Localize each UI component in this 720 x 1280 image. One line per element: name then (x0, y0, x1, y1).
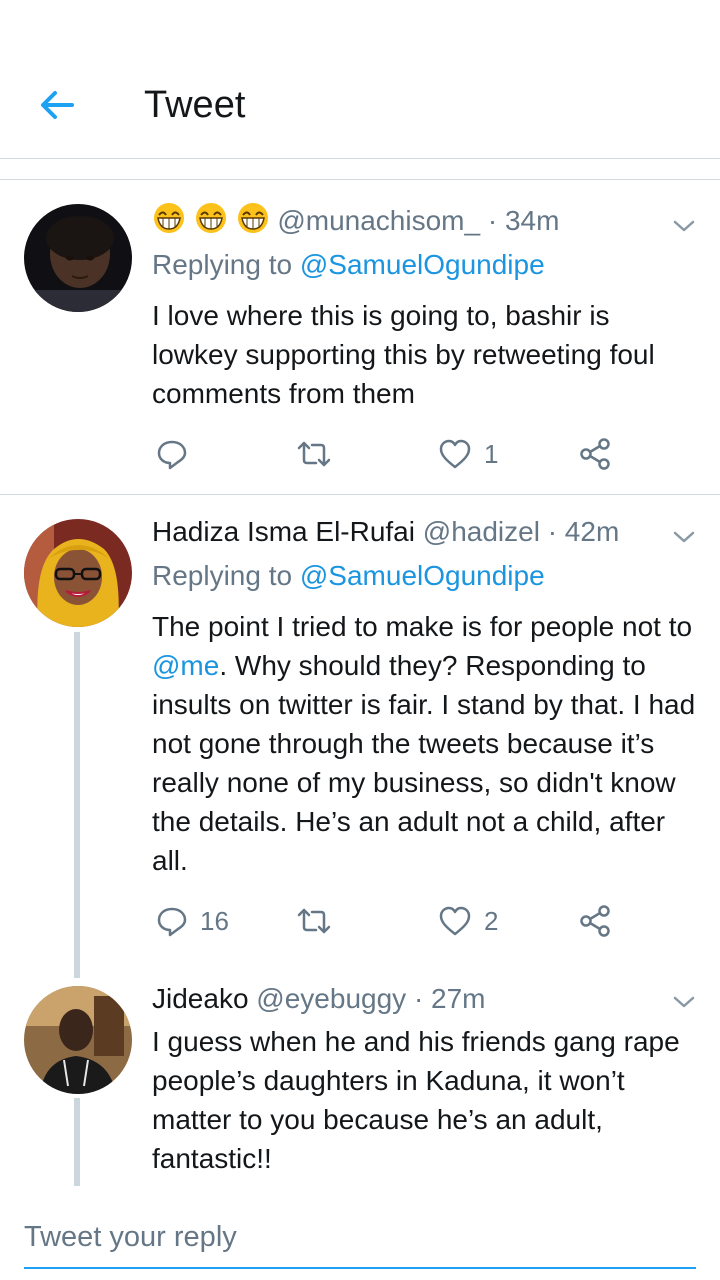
chevron-down-icon[interactable] (672, 994, 696, 1010)
retweet-icon (297, 908, 331, 934)
chevron-down-icon[interactable] (672, 218, 696, 234)
like-count: 1 (484, 438, 499, 469)
chevron-down-icon[interactable] (672, 529, 696, 545)
reply-icon (157, 440, 187, 470)
divider (0, 158, 720, 159)
tweet-text: The point I tried to make is for people … (152, 607, 702, 880)
display-name[interactable]: Hadiza Isma El-Rufai (152, 516, 415, 547)
back-button[interactable] (36, 84, 78, 126)
tweet-text: I love where this is going to, bashir is… (152, 300, 655, 409)
replying-to-handle[interactable]: @SamuelOgundipe (300, 249, 545, 280)
retweet-button[interactable] (296, 434, 344, 474)
user-handle[interactable]: @eyebuggy (256, 983, 406, 1014)
share-icon (580, 438, 610, 470)
timestamp: · 27m (413, 983, 486, 1014)
reply-count: 16 (200, 905, 229, 936)
page-title: Tweet (144, 84, 246, 126)
tweet-card[interactable]: @munachisom_ · 34m Replying to @SamuelOg… (0, 180, 720, 494)
grinning-emoji-icon (195, 203, 226, 233)
replying-to-handle[interactable]: @SamuelOgundipe (300, 560, 545, 591)
tweet-text: I guess when he and his friends gang rap… (152, 1026, 680, 1174)
tweet-text-part: The point I tried to make is for people … (152, 611, 693, 642)
heart-icon (439, 906, 471, 936)
retweet-button[interactable] (296, 901, 344, 941)
share-icon (580, 905, 610, 937)
avatar[interactable] (24, 519, 132, 627)
replying-to-label: Replying to (152, 249, 293, 280)
top-app-bar: Tweet (0, 0, 720, 158)
heart-icon (439, 439, 471, 469)
reply-button[interactable]: 16 (156, 901, 229, 941)
like-button[interactable]: 2 (438, 901, 498, 941)
share-button[interactable] (578, 901, 612, 941)
tweet-card[interactable]: Hadiza Isma El-Rufai @hadizel · 42m Repl… (0, 495, 720, 961)
reply-button[interactable] (156, 434, 200, 474)
retweet-icon (297, 441, 331, 467)
replying-to: Replying to @SamuelOgundipe (152, 559, 545, 593)
user-handle[interactable]: @hadizel (423, 516, 540, 547)
tweet-actions: 1 (152, 434, 632, 474)
avatar[interactable] (24, 986, 132, 1094)
reply-input[interactable] (24, 1212, 696, 1262)
input-underline (24, 1267, 696, 1269)
arrow-left-icon (41, 91, 74, 119)
replying-to: Replying to @SamuelOgundipe (152, 248, 545, 282)
mention-link[interactable]: @me (152, 650, 219, 681)
tweet-header: Hadiza Isma El-Rufai @hadizel · 42m (152, 515, 619, 549)
display-name[interactable]: Jideako (152, 983, 249, 1014)
like-button[interactable]: 1 (438, 434, 498, 474)
timestamp: · 42m (547, 516, 620, 547)
tweet-header: @munachisom_ · 34m (152, 202, 559, 242)
avatar[interactable] (24, 204, 132, 312)
tweet-card[interactable]: Jideako @eyebuggy · 27m I guess when he … (0, 962, 720, 1186)
tweet-text-part: . Why should they? Responding to insults… (152, 650, 696, 876)
tweet-header: Jideako @eyebuggy · 27m (152, 982, 486, 1016)
grinning-emoji-icon (154, 203, 184, 233)
like-count: 2 (484, 905, 499, 936)
timestamp: · 34m (487, 205, 560, 236)
grinning-emoji-icon (237, 203, 268, 233)
share-button[interactable] (578, 434, 612, 474)
replying-to-label: Replying to (152, 560, 293, 591)
tweet-actions: 16 2 (152, 901, 632, 941)
user-handle[interactable]: @munachisom_ (277, 205, 480, 236)
reply-icon (157, 907, 187, 937)
